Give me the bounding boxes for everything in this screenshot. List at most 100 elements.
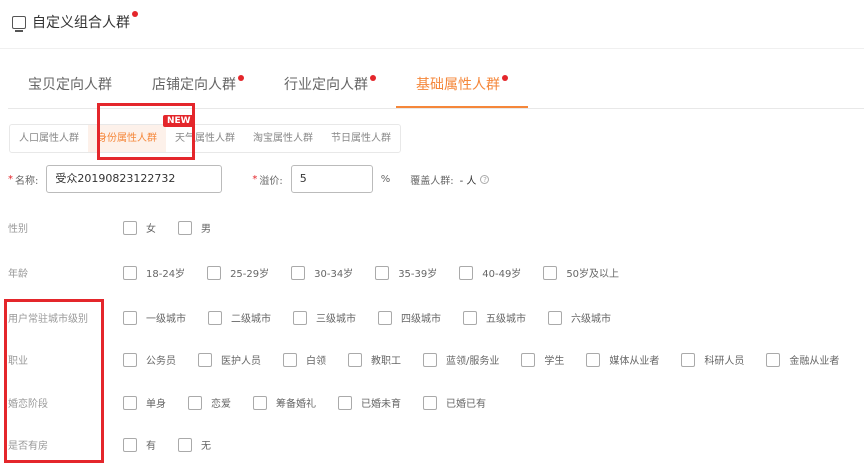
checkbox[interactable] (123, 352, 137, 367)
option-checkbox[interactable]: 男 (178, 220, 211, 235)
option-checkbox[interactable]: 30-34岁 (291, 265, 353, 280)
checkbox[interactable] (463, 310, 477, 325)
option-checkbox[interactable]: 单身 (123, 395, 166, 410)
checkbox[interactable] (123, 310, 137, 325)
checkbox[interactable] (548, 310, 562, 325)
checkbox[interactable] (178, 437, 192, 452)
option-checkbox[interactable]: 18-24岁 (123, 265, 185, 280)
checkbox[interactable] (208, 310, 222, 325)
checkbox[interactable] (198, 352, 212, 367)
notification-dot (370, 75, 376, 81)
checkbox[interactable] (586, 352, 601, 367)
option-label: 公务员 (146, 356, 176, 367)
highlight-box-subtab (97, 103, 195, 160)
option-label: 金融从业者 (789, 356, 840, 367)
option-checkbox[interactable]: 三级城市 (293, 310, 356, 325)
option-checkbox[interactable]: 40-49岁 (459, 265, 521, 280)
option-checkbox[interactable]: 五级城市 (463, 310, 526, 325)
required-mark: * (8, 173, 13, 185)
checkbox[interactable] (178, 220, 192, 235)
option-checkbox[interactable]: 白领 (283, 352, 326, 367)
option-checkbox[interactable]: 已婚未育 (338, 395, 401, 410)
checkbox[interactable] (123, 395, 137, 410)
row-label: 性别 (8, 224, 28, 235)
option-label: 女 (146, 224, 156, 235)
option-label: 媒体从业者 (609, 356, 660, 367)
option-checkbox[interactable]: 媒体从业者 (586, 352, 659, 367)
option-checkbox[interactable]: 35-39岁 (375, 265, 437, 280)
checkbox[interactable] (459, 265, 474, 280)
premium-label: 溢价: (259, 175, 283, 187)
option-checkbox[interactable]: 四级城市 (378, 310, 441, 325)
option-checkbox[interactable]: 已婚已有 (423, 395, 486, 410)
option-label: 30-34岁 (314, 269, 354, 280)
checkbox[interactable] (423, 352, 437, 367)
checkbox[interactable] (283, 352, 297, 367)
option-checkbox[interactable]: 一级城市 (123, 310, 186, 325)
checkbox[interactable] (291, 265, 306, 280)
checkbox[interactable] (375, 265, 390, 280)
option-checkbox[interactable]: 学生 (521, 352, 564, 367)
option-checkbox[interactable]: 恋爱 (188, 395, 231, 410)
option-label: 一级城市 (146, 314, 186, 325)
checkbox[interactable] (123, 220, 137, 235)
option-checkbox[interactable]: 筹备婚礼 (253, 395, 316, 410)
coverage-value: - 人 (459, 175, 477, 187)
checkbox[interactable] (188, 395, 202, 410)
subtab-0[interactable]: 人口属性人群 (10, 125, 88, 152)
tab-0[interactable]: 宝贝定向人群 (8, 62, 132, 108)
subtab-3[interactable]: 淘宝属性人群 (244, 125, 322, 152)
notification-dot (132, 11, 138, 17)
sub-tabs: 人口属性人群 身份属性人群 天气属性人群 淘宝属性人群 节日属性人群 (9, 124, 401, 153)
option-label: 四级城市 (401, 314, 441, 325)
option-label: 筹备婚礼 (276, 399, 316, 410)
subtab-4[interactable]: 节日属性人群 (322, 125, 400, 152)
option-label: 蓝领/服务业 (446, 356, 500, 367)
option-label: 科研人员 (704, 356, 745, 367)
checkbox[interactable] (766, 352, 781, 367)
option-checkbox[interactable]: 教职工 (348, 352, 401, 367)
checkbox[interactable] (253, 395, 267, 410)
option-label: 有 (146, 441, 156, 452)
checkbox[interactable] (207, 265, 222, 280)
option-checkbox[interactable]: 25-29岁 (207, 265, 269, 280)
row-label: 年龄 (8, 269, 28, 280)
option-checkbox[interactable]: 公务员 (123, 352, 176, 367)
tab-label: 基础属性人群 (416, 77, 500, 93)
tab-1[interactable]: 店铺定向人群 (132, 62, 264, 108)
option-label: 18-24岁 (146, 269, 186, 280)
checkbox[interactable] (521, 352, 536, 367)
form-row: * 名称: 受众20190823122732 * 溢价: 5 % 覆盖人群: -… (8, 165, 490, 193)
page-header: 自定义组合人群 (12, 11, 138, 32)
name-input[interactable]: 受众20190823122732 (46, 165, 223, 193)
crowd-icon (12, 15, 26, 32)
notification-dot (238, 75, 244, 81)
tab-2[interactable]: 行业定向人群 (264, 62, 396, 108)
percent-unit: % (380, 173, 391, 185)
option-checkbox[interactable]: 50岁及以上 (543, 265, 619, 280)
checkbox[interactable] (423, 395, 437, 410)
filter-row: 年龄 18-24岁 25-29岁 30-34岁 35-39岁 40-49岁 50岁及以上 (8, 265, 641, 280)
tab-3[interactable]: 基础属性人群 (396, 62, 528, 108)
checkbox[interactable] (681, 352, 696, 367)
option-checkbox[interactable]: 科研人员 (681, 352, 744, 367)
checkbox[interactable] (293, 310, 307, 325)
checkbox[interactable] (378, 310, 392, 325)
option-label: 50岁及以上 (566, 269, 620, 280)
option-checkbox[interactable]: 六级城市 (548, 310, 611, 325)
option-checkbox[interactable]: 医护人员 (198, 352, 261, 367)
checkbox[interactable] (123, 265, 137, 280)
premium-input[interactable]: 5 (290, 165, 373, 193)
checkbox[interactable] (348, 352, 362, 367)
option-checkbox[interactable]: 二级城市 (208, 310, 271, 325)
checkbox[interactable] (338, 395, 352, 410)
notification-dot (502, 75, 508, 81)
option-checkbox[interactable]: 无 (178, 437, 211, 452)
option-checkbox[interactable]: 女 (123, 220, 156, 235)
checkbox[interactable] (123, 437, 137, 452)
option-checkbox[interactable]: 蓝领/服务业 (423, 352, 499, 367)
option-checkbox[interactable]: 有 (123, 437, 156, 452)
option-checkbox[interactable]: 金融从业者 (766, 352, 839, 367)
checkbox[interactable] (543, 265, 558, 280)
help-icon[interactable]: ? (480, 174, 490, 184)
